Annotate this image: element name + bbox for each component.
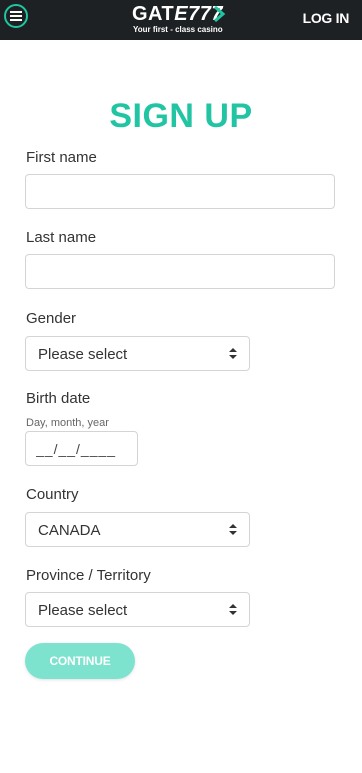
- login-link[interactable]: LOG IN: [303, 10, 350, 26]
- menu-button[interactable]: [4, 4, 28, 28]
- logo-arrow-icon: [214, 6, 226, 22]
- top-bar: GATE777 Your first - class casino LOG IN: [0, 0, 362, 40]
- brand-logo[interactable]: GATE777 Your first - class casino: [132, 3, 232, 35]
- logo-wordmark: GATE777: [132, 3, 223, 25]
- hamburger-menu-icon: [10, 11, 22, 21]
- province-select-value: Please select: [38, 602, 128, 619]
- birth-date-hint: Day, month, year: [26, 417, 109, 429]
- country-label: Country: [26, 486, 79, 503]
- province-select[interactable]: Please select: [25, 592, 250, 627]
- last-name-label: Last name: [26, 229, 97, 246]
- sort-arrows-icon: [229, 524, 237, 535]
- first-name-label: First name: [26, 149, 97, 166]
- gender-label: Gender: [26, 310, 77, 327]
- brand-tagline: Your first - class casino: [133, 25, 223, 34]
- province-label: Province / Territory: [26, 567, 151, 584]
- continue-button[interactable]: CONTINUE: [25, 643, 135, 679]
- first-name-input[interactable]: [25, 174, 335, 209]
- gender-select[interactable]: Please select: [25, 336, 250, 371]
- birth-date-label: Birth date: [26, 390, 91, 407]
- sort-arrows-icon: [229, 604, 237, 615]
- sort-arrows-icon: [229, 348, 237, 359]
- country-select[interactable]: CANADA: [25, 512, 250, 547]
- country-select-value: CANADA: [38, 522, 101, 539]
- gender-select-value: Please select: [38, 346, 128, 363]
- birth-date-input[interactable]: [25, 431, 138, 466]
- last-name-input[interactable]: [25, 254, 335, 289]
- page-title: SIGN UP: [109, 97, 253, 135]
